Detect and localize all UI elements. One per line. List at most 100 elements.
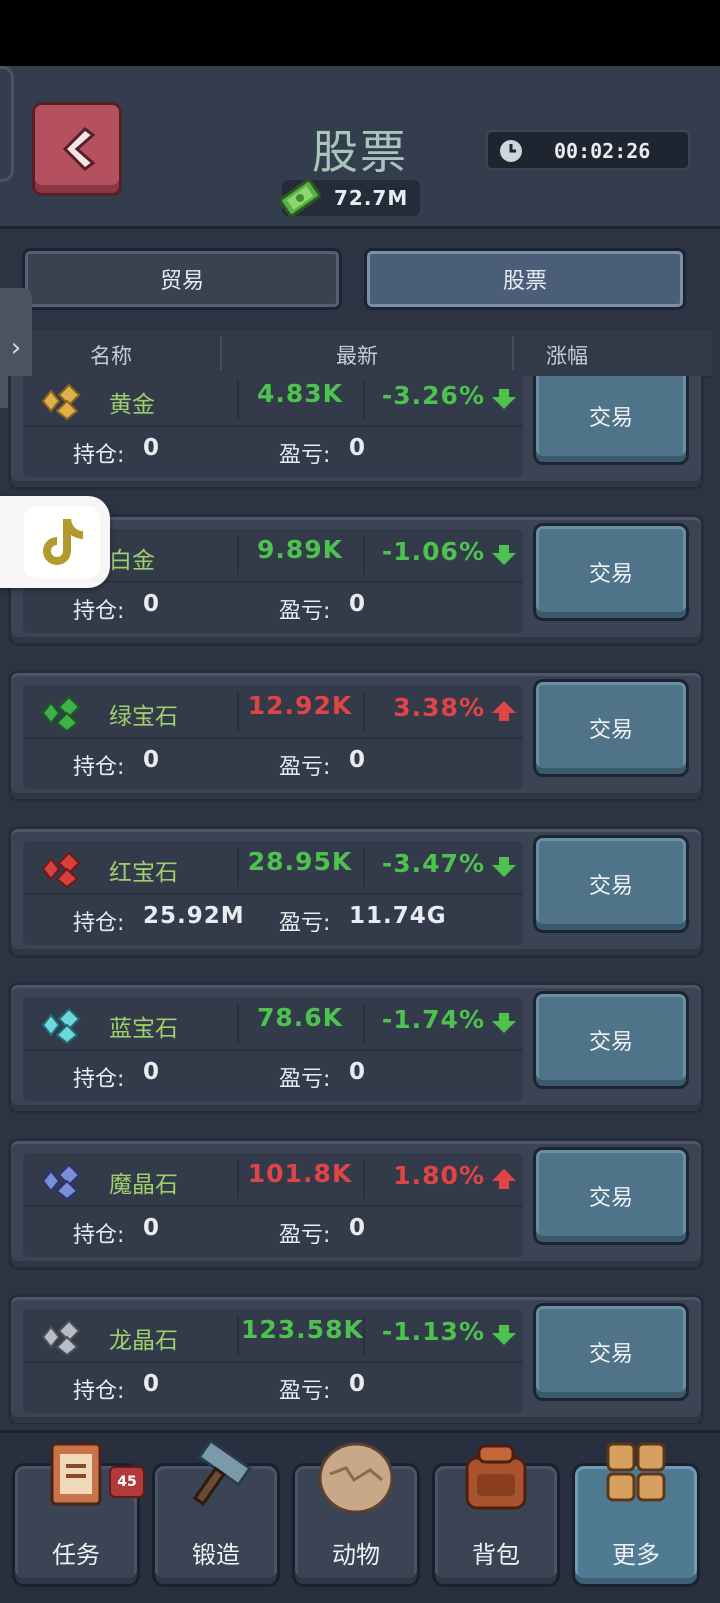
sapphire-icon — [37, 1005, 87, 1045]
arrow-up-icon — [491, 699, 517, 727]
stock-price-line: 红宝石 28.95K -3.47% — [23, 841, 523, 895]
stock-info: 魔晶石 101.8K 1.80% 持仓: 0 盈亏: 0 — [23, 1153, 523, 1257]
arrow-down-icon — [491, 1011, 517, 1039]
trade-button[interactable]: 交易 — [533, 1303, 689, 1401]
holding-label: 持仓: — [73, 755, 125, 780]
pnl-label: 盈亏: — [279, 911, 331, 936]
chevron-right-icon: › — [10, 333, 22, 363]
trade-button[interactable]: 交易 — [533, 991, 689, 1089]
arrow-down-icon — [491, 543, 517, 571]
holding-value: 0 — [143, 591, 161, 617]
notification-badge: 45 — [109, 1466, 145, 1498]
stock-row: 龙晶石 123.58K -1.13% 持仓: 0 盈亏: 0 交易 — [8, 1294, 704, 1424]
backpack-icon — [459, 1440, 533, 1518]
stock-price: 4.83K — [256, 379, 344, 408]
timer-value: 00:02:26 — [554, 139, 651, 163]
stock-name: 蓝宝石 — [109, 1016, 178, 1042]
stock-name: 龙晶石 — [109, 1328, 178, 1354]
holding-label: 持仓: — [73, 911, 125, 936]
hammer-icon — [174, 1438, 258, 1514]
stock-row: 黄金 4.83K -3.26% 持仓: 0 盈亏: 0 交易 — [8, 376, 704, 490]
holding-value: 0 — [143, 1059, 161, 1085]
stock-change: -3.47% — [381, 849, 485, 878]
divider — [237, 1003, 239, 1043]
stock-price-line: 绿宝石 12.92K 3.38% — [23, 685, 523, 739]
timer: 00:02:26 — [486, 130, 690, 170]
stock-change: -1.06% — [381, 537, 485, 566]
stock-info: 绿宝石 12.92K 3.38% 持仓: 0 盈亏: 0 — [23, 685, 523, 789]
column-latest: 最新 — [336, 344, 378, 368]
arrow-down-icon — [491, 387, 517, 415]
stock-change: -3.26% — [381, 381, 485, 410]
pnl-value: 0 — [349, 591, 367, 617]
divider — [363, 691, 365, 731]
stock-price: 78.6K — [256, 1003, 344, 1032]
divider — [237, 847, 239, 887]
nav-hammer[interactable]: 锻造 — [152, 1438, 280, 1587]
money-display: 72.7M — [279, 179, 420, 217]
egg-icon — [316, 1440, 396, 1518]
nav-label: 锻造 — [192, 1541, 240, 1569]
divider — [237, 535, 239, 575]
stock-info: 红宝石 28.95K -3.47% 持仓: 25.92M 盈亏: 11.74G — [23, 841, 523, 945]
pnl-value: 0 — [349, 1371, 367, 1397]
holding-value: 0 — [143, 435, 161, 461]
gold-ore-icon — [37, 381, 87, 421]
pnl-label: 盈亏: — [279, 1223, 331, 1248]
pnl-value: 0 — [349, 747, 367, 773]
nav-quest-book[interactable]: 45 任务 — [12, 1442, 145, 1587]
pnl-value: 11.74G — [349, 903, 447, 929]
magic-crystal-icon — [37, 1161, 87, 1201]
stock-price: 12.92K — [247, 691, 353, 720]
stock-row: 魔晶石 101.8K 1.80% 持仓: 0 盈亏: 0 交易 — [8, 1138, 704, 1270]
stock-info: 龙晶石 123.58K -1.13% 持仓: 0 盈亏: 0 — [23, 1309, 523, 1413]
tiktok-logo-icon — [24, 506, 100, 578]
emerald-icon — [37, 693, 87, 733]
stock-row: 绿宝石 12.92K 3.38% 持仓: 0 盈亏: 0 交易 — [8, 670, 704, 802]
stock-price-line: 魔晶石 101.8K 1.80% — [23, 1153, 523, 1207]
holding-label: 持仓: — [73, 443, 125, 468]
nav-grid[interactable]: 更多 — [572, 1442, 700, 1587]
stock-price-line: 蓝宝石 78.6K -1.74% — [23, 997, 523, 1051]
tab-stock[interactable]: 股票 — [364, 248, 686, 310]
divider — [237, 379, 239, 419]
holding-value: 25.92M — [143, 903, 245, 929]
nav-label: 更多 — [612, 1541, 660, 1569]
status-bar — [0, 0, 720, 66]
stock-name: 魔晶石 — [109, 1172, 178, 1198]
column-name: 名称 — [90, 344, 132, 368]
trade-button[interactable]: 交易 — [533, 679, 689, 777]
money-value: 72.7M — [334, 186, 409, 210]
trade-button[interactable]: 交易 — [533, 523, 689, 621]
divider — [363, 1159, 365, 1199]
stock-change: -1.13% — [381, 1317, 485, 1346]
arrow-down-icon — [491, 855, 517, 883]
arrow-up-icon — [491, 1167, 517, 1195]
stock-change: -1.74% — [381, 1005, 485, 1034]
nav-label: 动物 — [332, 1541, 380, 1569]
divider — [363, 1003, 365, 1043]
trade-button[interactable]: 交易 — [533, 1147, 689, 1245]
floating-tiktok-button[interactable] — [0, 496, 110, 588]
divider — [363, 535, 365, 575]
stock-name: 白金 — [109, 548, 155, 574]
nav-egg[interactable]: 动物 — [292, 1442, 420, 1587]
quest-book-icon — [44, 1440, 108, 1514]
stock-row: 白金 9.89K -1.06% 持仓: 0 盈亏: 0 交易 — [8, 514, 704, 646]
stock-change: 3.38% — [393, 693, 485, 722]
holding-label: 持仓: — [73, 1379, 125, 1404]
trade-button[interactable]: 交易 — [533, 835, 689, 933]
tab-trade[interactable]: 贸易 — [22, 248, 342, 310]
pnl-value: 0 — [349, 1215, 367, 1241]
stock-name: 红宝石 — [109, 860, 178, 886]
bottom-nav: 45 任务 锻造 动物 背包 更多 — [0, 1430, 720, 1603]
stock-name: 绿宝石 — [109, 704, 178, 730]
holding-value: 0 — [143, 1371, 161, 1397]
divider — [220, 336, 222, 370]
dragon-crystal-icon — [37, 1317, 87, 1357]
holding-value: 0 — [143, 747, 161, 773]
trade-button[interactable]: 交易 — [533, 376, 689, 465]
divider — [237, 1159, 239, 1199]
divider — [363, 379, 365, 419]
nav-backpack[interactable]: 背包 — [432, 1444, 560, 1587]
